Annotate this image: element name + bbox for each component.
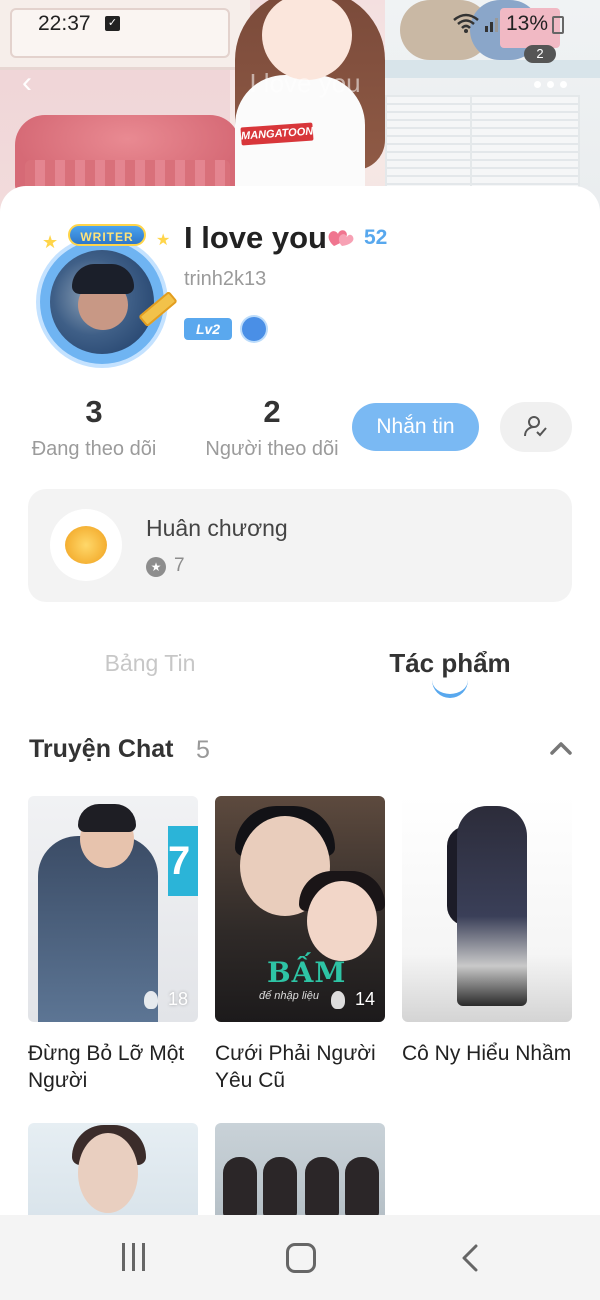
story-card[interactable]: 7 18 Đừng Bỏ Lỡ Một Người (28, 796, 198, 1094)
tab-feed[interactable]: Bảng Tin (80, 650, 220, 677)
follow-status-icon (524, 416, 547, 437)
cover-subtext: để nhập liệu (259, 990, 319, 1002)
star-icon: ★ (146, 557, 166, 577)
story-cover[interactable]: 7 18 (28, 796, 198, 1022)
story-cover[interactable]: BẤM để nhập liệu 14 (215, 796, 385, 1022)
wifi-icon (453, 13, 479, 33)
tab-works[interactable]: Tác phẩm (370, 648, 530, 679)
recent-apps-icon[interactable] (118, 1243, 148, 1273)
profile-name: I love you (184, 220, 327, 255)
banner-blind (385, 95, 475, 195)
story-title[interactable]: Đừng Bỏ Lỡ Một Người (28, 1040, 198, 1094)
medal-icon (50, 509, 122, 581)
cover-text: BẤM (267, 956, 347, 989)
nav-title: I love you (249, 68, 361, 98)
section-count: 5 (196, 736, 210, 764)
star-icon: ★ (156, 232, 171, 249)
heart-icon[interactable] (326, 226, 356, 250)
level-badge: Lv2 (184, 318, 232, 340)
section-title: Truyện Chat (29, 735, 174, 763)
medal-count: 7 (174, 555, 185, 576)
follow-status-button[interactable] (500, 402, 572, 452)
following-count: 3 (85, 394, 103, 429)
followers-label: Người theo dõi (205, 438, 339, 460)
story-title[interactable]: Cô Ny Hiểu Nhầm (402, 1040, 572, 1067)
chevron-up-icon[interactable] (548, 738, 574, 758)
flame-icon (144, 991, 158, 1009)
message-button[interactable]: Nhắn tin (352, 403, 479, 451)
story-reads: 18 (167, 989, 188, 1009)
system-nav-bar (0, 1215, 600, 1300)
status-time: 22:37 (38, 12, 91, 35)
back-nav-icon[interactable] (458, 1243, 482, 1273)
more-icon[interactable] (528, 74, 572, 94)
like-count: 52 (364, 226, 388, 249)
notification-badge[interactable]: 2 (524, 45, 556, 63)
signal-icon (485, 18, 498, 32)
avatar[interactable]: ★ ★ WRITER (30, 222, 180, 364)
medal-card[interactable]: Huân chương ★ 7 (28, 489, 572, 602)
flame-icon (331, 991, 345, 1009)
battery-percentage: 13% (506, 12, 549, 35)
story-card[interactable]: Cô Ny Hiểu Nhầm (402, 796, 572, 1067)
vip-icon[interactable] (242, 317, 266, 341)
checkbox-notification-icon: ✓ (105, 16, 120, 31)
battery-icon (552, 16, 564, 34)
back-icon[interactable]: ‹ (22, 66, 56, 100)
story-card[interactable]: BẤM để nhập liệu 14 Cưới Phải Người Yêu … (215, 796, 385, 1094)
status-bar: 22:37 ✓ 13% (0, 0, 600, 48)
username: trinh2k13 (184, 268, 267, 290)
story-reads: 14 (354, 989, 375, 1009)
followers-count: 2 (263, 394, 281, 429)
story-title[interactable]: Cưới Phải Người Yêu Cũ (215, 1040, 385, 1094)
following-label: Đang theo dõi (31, 438, 157, 460)
following-stat[interactable]: 3 Đang theo dõi (28, 394, 160, 461)
medal-title: Huân chương (146, 515, 288, 541)
star-icon: ★ (42, 232, 59, 252)
banner-blind (470, 95, 580, 195)
avatar-photo (50, 250, 154, 354)
home-icon[interactable] (286, 1243, 316, 1273)
followers-stat[interactable]: 2 Người theo dõi (202, 394, 342, 461)
story-cover[interactable] (402, 796, 572, 1022)
writer-badge: WRITER (68, 224, 146, 246)
